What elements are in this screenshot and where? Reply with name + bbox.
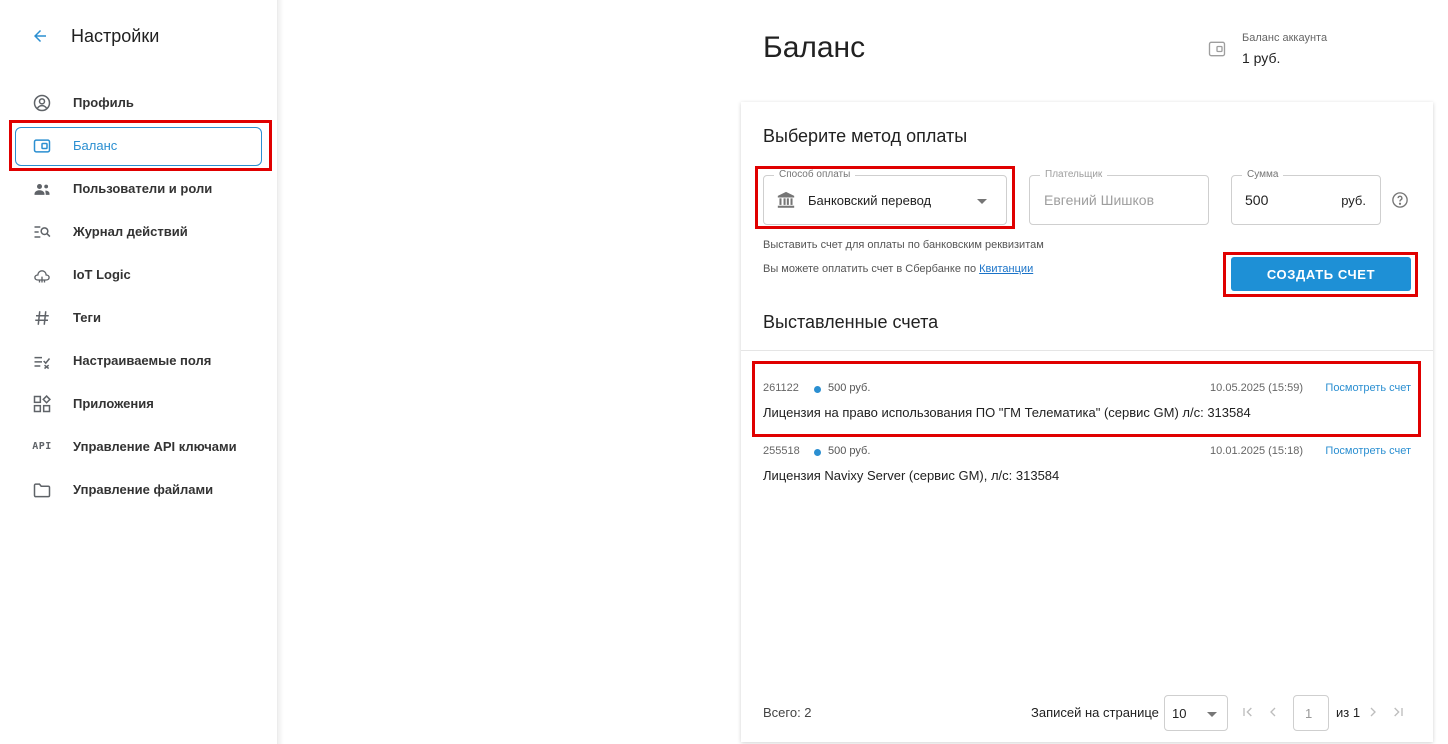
sidebar-item-custom-fields[interactable]: Настраиваемые поля <box>0 339 278 382</box>
invoice-amount: 500 руб. <box>828 445 871 457</box>
helper-text-sberbank: Вы можете оплатить счет в Сбербанке по К… <box>763 263 1033 275</box>
account-balance-label: Баланс аккаунта <box>1242 32 1328 44</box>
sidebar-title: Настройки <box>71 25 160 46</box>
page-number-value: 1 <box>1305 706 1313 721</box>
wallet-icon <box>1207 39 1227 59</box>
sidebar-item-label: IoT Logic <box>73 267 131 282</box>
hashtag-icon <box>31 307 53 329</box>
sidebar-item-label: Приложения <box>73 396 154 411</box>
sidebar-item-api-keys[interactable]: API Управление API ключами <box>0 425 278 468</box>
first-page-icon[interactable] <box>1239 703 1257 721</box>
page-number-input[interactable]: 1 <box>1293 695 1329 731</box>
sidebar-item-iot-logic[interactable]: IoT Logic <box>0 253 278 296</box>
account-balance-value: 1 руб. <box>1242 50 1281 66</box>
help-icon[interactable] <box>1391 191 1409 209</box>
payer-label: Плательщик <box>1040 169 1108 180</box>
iot-logic-icon <box>31 264 53 286</box>
sidebar-item-label: Баланс <box>73 138 118 153</box>
total-count: Всего: 2 <box>763 705 812 720</box>
highlight-payment-method <box>755 166 1015 229</box>
sidebar-item-apps[interactable]: Приложения <box>0 382 278 425</box>
sidebar-item-label: Управление файлами <box>73 482 214 497</box>
sidebar-item-profile[interactable]: Профиль <box>0 81 278 124</box>
pagination-bar: Всего: 2 Записей на странице 10 1 из 1 <box>741 694 1433 731</box>
highlight-create-button <box>1223 252 1418 297</box>
users-icon <box>31 178 53 200</box>
sidebar-item-label: Пользователи и роли <box>73 181 213 196</box>
amount-label: Сумма <box>1242 169 1284 180</box>
sidebar-item-label: Теги <box>73 310 101 325</box>
payment-method-heading: Выберите метод оплаты <box>763 126 968 146</box>
sidebar-nav: Профиль Баланс Пользователи и роли Журна… <box>0 81 278 511</box>
sidebar-shadow <box>278 0 284 744</box>
invoice-row: 255518 500 руб. 10.01.2025 (15:18) Посмо… <box>741 445 1433 505</box>
sidebar-item-label: Управление API ключами <box>73 439 237 454</box>
next-page-icon[interactable] <box>1364 703 1382 721</box>
sidebar-item-label: Профиль <box>73 95 134 110</box>
folder-icon <box>31 479 53 501</box>
account-circle-icon <box>31 92 53 114</box>
arrow-back-icon[interactable] <box>28 24 52 48</box>
wallet-icon <box>31 135 53 157</box>
invoice-description: Лицензия Navixy Server (сервис GM), л/с:… <box>763 468 1060 483</box>
receipt-link[interactable]: Квитанции <box>979 263 1033 275</box>
sidebar-item-label: Настраиваемые поля <box>73 353 212 368</box>
payer-field[interactable]: Плательщик Евгений Шишков <box>1029 169 1209 225</box>
log-search-icon <box>31 221 53 243</box>
amount-value: 500 <box>1245 192 1269 208</box>
status-dot <box>814 449 821 456</box>
prev-page-icon[interactable] <box>1264 703 1282 721</box>
sidebar-item-files[interactable]: Управление файлами <box>0 468 278 511</box>
sidebar-header: Настройки <box>28 24 159 48</box>
rows-per-page-value: 10 <box>1172 706 1187 721</box>
view-invoice-link[interactable]: Посмотреть счет <box>1325 445 1411 457</box>
helper-text-prefix: Вы можете оплатить счет в Сбербанке по <box>763 263 980 275</box>
sidebar-item-tags[interactable]: Теги <box>0 296 278 339</box>
sidebar-item-balance[interactable]: Баланс <box>0 120 278 171</box>
rows-per-page-select[interactable]: 10 <box>1164 695 1228 731</box>
sidebar-item-label: Журнал действий <box>73 224 188 239</box>
payer-placeholder: Евгений Шишков <box>1044 192 1155 208</box>
helper-text-requisites: Выставить счет для оплаты по банковским … <box>763 239 1044 251</box>
amount-unit: руб. <box>1341 193 1366 208</box>
settings-sidebar: Настройки Профиль Баланс Пользователи и … <box>0 0 278 744</box>
page-title: Баланс <box>763 31 866 64</box>
invoice-number: 255518 <box>763 445 800 457</box>
divider <box>741 350 1433 351</box>
sidebar-item-users-roles[interactable]: Пользователи и роли <box>0 167 278 210</box>
highlight-invoice-row <box>752 361 1421 437</box>
custom-fields-icon <box>31 350 53 372</box>
balance-card: Выберите метод оплаты Способ оплаты Банк… <box>741 102 1433 742</box>
rows-per-page-label: Записей на странице <box>1031 705 1159 720</box>
invoices-heading: Выставленные счета <box>763 312 939 332</box>
invoice-date: 10.01.2025 (15:18) <box>1210 445 1303 457</box>
chevron-down-icon <box>1207 712 1217 717</box>
apps-icon <box>31 393 53 415</box>
amount-field[interactable]: Сумма 500 руб. <box>1231 169 1381 225</box>
last-page-icon[interactable] <box>1389 703 1407 721</box>
sidebar-item-action-log[interactable]: Журнал действий <box>0 210 278 253</box>
api-icon: API <box>32 441 52 452</box>
page-count: из 1 <box>1336 705 1361 720</box>
